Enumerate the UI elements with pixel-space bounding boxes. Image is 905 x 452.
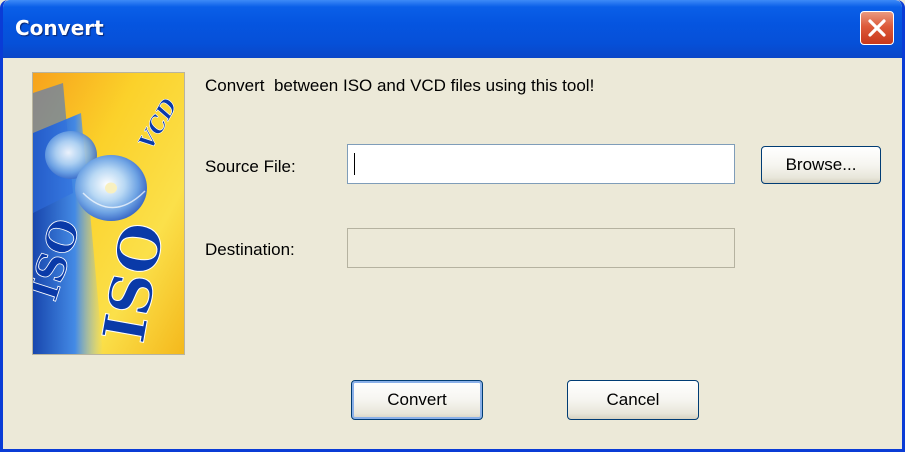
close-icon bbox=[868, 19, 886, 37]
destination-input[interactable] bbox=[347, 228, 735, 268]
close-button[interactable] bbox=[860, 11, 894, 45]
window-title: Convert bbox=[15, 16, 104, 40]
dialog-body: ISO ISO VCD Convert between ISO and VCD … bbox=[3, 58, 902, 449]
convert-button[interactable]: Convert bbox=[351, 380, 483, 420]
iso-vcd-logo-image: ISO ISO VCD bbox=[32, 72, 185, 355]
convert-dialog: Convert ISO ISO VCD Convert between ISO … bbox=[0, 0, 905, 452]
title-bar[interactable]: Convert bbox=[3, 0, 902, 58]
source-file-input[interactable] bbox=[347, 144, 735, 184]
cancel-button[interactable]: Cancel bbox=[567, 380, 699, 420]
text-caret bbox=[354, 153, 355, 175]
browse-button[interactable]: Browse... bbox=[761, 146, 881, 184]
destination-label: Destination: bbox=[205, 240, 295, 259]
source-file-label: Source File: bbox=[205, 157, 296, 176]
dialog-description: Convert between ISO and VCD files using … bbox=[205, 76, 595, 95]
